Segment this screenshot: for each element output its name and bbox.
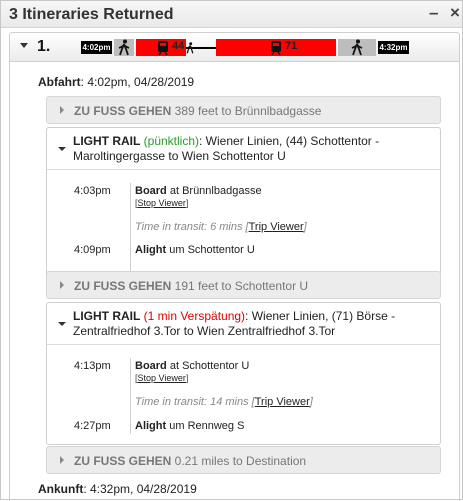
- leg-rail-2: LIGHT RAIL (1 min Verspätung): Wiener Li…: [46, 302, 441, 445]
- leg-walk-1[interactable]: ZU FUSS GEHEN 389 feet to Brünnlbadgasse: [46, 96, 441, 124]
- timeline-rail-segment: 71: [216, 39, 336, 56]
- tram-icon: [271, 41, 281, 56]
- departure-label: Abfahrt: [38, 75, 81, 89]
- stop-viewer-button[interactable]: Stop Viewer: [138, 373, 186, 383]
- alight-time: 4:27pm: [74, 420, 111, 432]
- board-step: Board at Schottentor U: [135, 360, 250, 372]
- leg-rail-2-title: LIGHT RAIL (1 min Verspätung): Wiener Li…: [73, 309, 396, 338]
- timeline-rail-segment: 44: [136, 39, 186, 56]
- walk-icon: [118, 39, 130, 56]
- delay-status: (1 min Verspätung): [140, 309, 246, 323]
- chevron-down-icon[interactable]: [20, 43, 28, 48]
- timeline-walk-segment: [114, 39, 134, 56]
- alight-step: Alight um Rennweg S: [135, 420, 245, 432]
- chevron-right-icon[interactable]: [60, 281, 64, 289]
- chevron-down-icon[interactable]: [58, 147, 66, 151]
- step-divider: [130, 358, 131, 434]
- stop-viewer-link: [Stop Viewer]: [135, 373, 189, 383]
- leg-walk-2[interactable]: ZU FUSS GEHEN 191 feet to Schottentor U: [46, 271, 441, 299]
- panel-header: 3 Itineraries Returned – ×: [1, 1, 462, 28]
- stop-viewer-link: [Stop Viewer]: [135, 198, 189, 208]
- itineraries-panel: 3 Itineraries Returned – × 1. 4:02pm 44: [0, 0, 463, 501]
- trip-viewer-button[interactable]: Trip Viewer: [249, 221, 304, 233]
- itinerary-number: 1.: [37, 38, 51, 55]
- board-time: 4:13pm: [74, 360, 111, 372]
- leg-rail-1-title: LIGHT RAIL (pünktlich): Wiener Linien, (…: [73, 134, 380, 163]
- arrival-label: Ankunft: [38, 482, 84, 496]
- close-button[interactable]: ×: [450, 3, 460, 23]
- arrival-line: Ankunft: 4:32pm, 04/28/2019: [38, 482, 197, 496]
- stop-viewer-button[interactable]: Stop Viewer: [138, 198, 186, 208]
- leg-rail-1-header[interactable]: LIGHT RAIL (pünktlich): Wiener Linien, (…: [47, 128, 440, 170]
- panel-title: 3 Itineraries Returned: [9, 6, 174, 23]
- step-divider: [130, 183, 131, 275]
- timeline-walk-segment: [338, 39, 376, 56]
- itinerary-summary-row[interactable]: 1. 4:02pm 44 71 4:32pm: [9, 32, 460, 62]
- leg-rail-2-header[interactable]: LIGHT RAIL (1 min Verspätung): Wiener Li…: [47, 303, 440, 345]
- chevron-down-icon[interactable]: [58, 322, 66, 326]
- departure-line: Abfahrt: 4:02pm, 04/28/2019: [38, 75, 194, 89]
- board-step: Board at Brünnlbadgasse: [135, 185, 262, 197]
- trip-viewer-button[interactable]: Trip Viewer: [255, 396, 310, 408]
- alight-step: Alight um Schottentor U: [135, 244, 255, 256]
- timeline-end-time: 4:32pm: [378, 41, 409, 54]
- leg-walk-1-text: ZU FUSS GEHEN 389 feet to Brünnlbadgasse: [74, 104, 322, 118]
- walk-icon: [351, 39, 363, 56]
- itinerary-timeline: 4:02pm 44 71 4:32pm: [81, 36, 409, 58]
- minimize-button[interactable]: –: [429, 3, 438, 23]
- timeline-start-time: 4:02pm: [81, 41, 112, 54]
- leg-walk-3-text: ZU FUSS GEHEN 0.21 miles to Destination: [74, 454, 307, 468]
- transit-info: Time in transit: 14 mins [Trip Viewer]: [135, 396, 313, 408]
- transit-info: Time in transit: 6 mins [Trip Viewer]: [135, 221, 307, 233]
- chevron-right-icon[interactable]: [60, 106, 64, 114]
- alight-time: 4:09pm: [74, 244, 111, 256]
- itinerary-details: Abfahrt: 4:02pm, 04/28/2019 ZU FUSS GEHE…: [9, 62, 460, 501]
- arrival-value: : 4:32pm, 04/28/2019: [83, 482, 197, 496]
- leg-walk-3[interactable]: ZU FUSS GEHEN 0.21 miles to Destination: [46, 446, 441, 474]
- leg-walk-2-text: ZU FUSS GEHEN 191 feet to Schottentor U: [74, 279, 309, 293]
- timeline-route-label: 44: [172, 40, 185, 52]
- timeline-route-label: 71: [285, 40, 298, 52]
- departure-value: : 4:02pm, 04/28/2019: [80, 75, 195, 89]
- chevron-right-icon[interactable]: [60, 456, 64, 464]
- tram-icon: [158, 41, 168, 56]
- walk-icon: [186, 42, 194, 54]
- on-time-status: (pünktlich): [140, 134, 200, 148]
- leg-rail-1: LIGHT RAIL (pünktlich): Wiener Linien, (…: [46, 127, 441, 289]
- board-time: 4:03pm: [74, 185, 111, 197]
